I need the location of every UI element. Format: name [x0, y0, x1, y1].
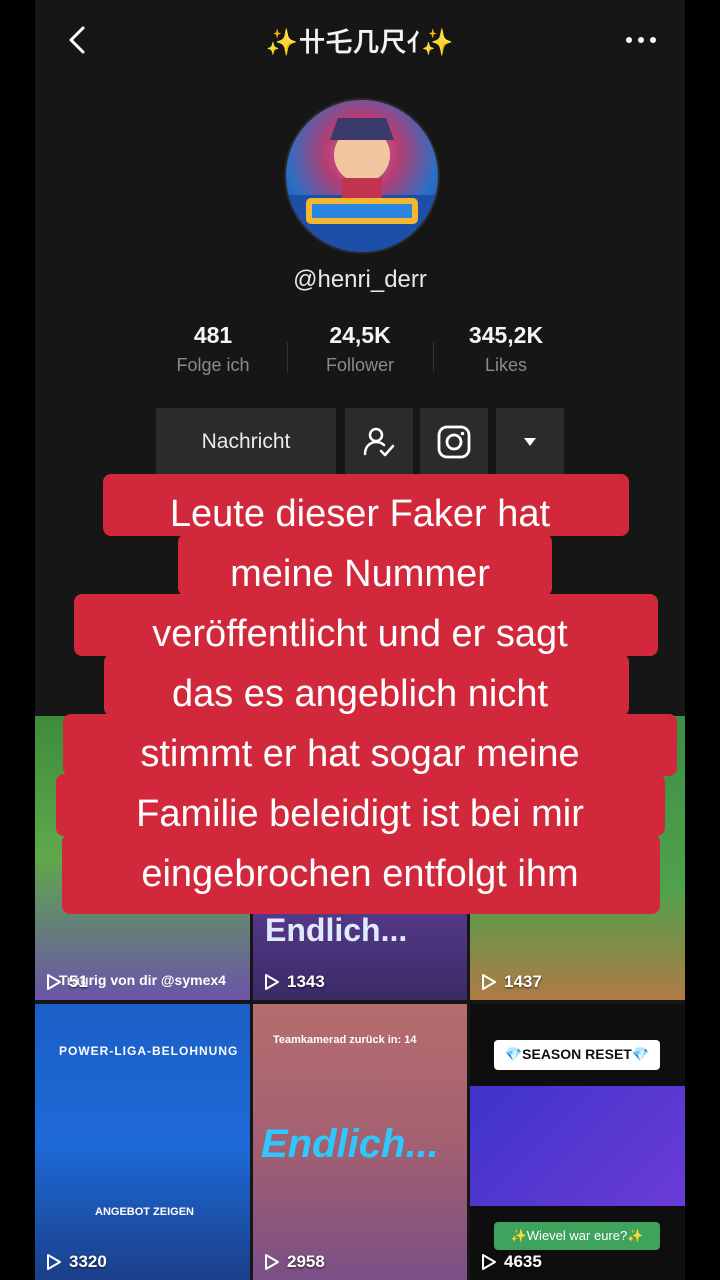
video-tile[interactable]: POWER-LIGA-BELOHNUNG ANGEBOT ZEIGEN 3320 [35, 1004, 250, 1280]
username: @henri_derr [293, 266, 427, 293]
video-overlay-text: 💎SEASON RESET💎 [504, 1046, 650, 1062]
following-button[interactable] [345, 408, 413, 476]
view-count: 1437 [480, 972, 542, 992]
play-icon [47, 1254, 61, 1270]
video-tile[interactable]: Endlich... 1343 [253, 716, 467, 1000]
user-check-icon [363, 427, 395, 457]
view-count: 51 [45, 972, 88, 992]
avatar[interactable] [284, 98, 440, 254]
play-icon [482, 974, 496, 990]
video-tile[interactable]: Traurig von dir @symex4 51 [35, 716, 250, 1000]
video-tile[interactable]: Teamkamerad zurück in: 14 Endlich... 295… [253, 1004, 467, 1280]
view-count-value: 1343 [287, 972, 325, 991]
video-thumbnail-art [470, 1086, 685, 1206]
view-count-value: 4635 [504, 1252, 542, 1271]
caret-down-icon [524, 438, 536, 446]
view-count: 4635 [480, 1252, 542, 1272]
stat-label: Follower [325, 355, 395, 375]
video-tile[interactable]: 1437 [470, 716, 685, 1000]
instagram-button[interactable] [420, 408, 488, 476]
profile-stats: 481 Folge ich 24,5K Follower 345,2K Like… [140, 322, 580, 392]
stat-value: 24,5K [329, 322, 391, 348]
play-icon [47, 974, 61, 990]
view-count-value: 1437 [504, 972, 542, 991]
view-count-value: 2958 [287, 1252, 325, 1271]
video-grid: Traurig von dir @symex4 51 Endlich... 13… [35, 716, 685, 1280]
stat-following[interactable]: 481 Folge ich [140, 322, 286, 376]
video-sub-text: Teamkamerad zurück in: 14 [273, 1034, 417, 1046]
video-sub-text: ANGEBOT ZEIGEN [95, 1206, 195, 1218]
view-count-value: 3320 [69, 1252, 107, 1271]
play-icon [265, 1254, 279, 1270]
stat-value: 481 [193, 322, 233, 348]
video-overlay-text: Endlich... [261, 1122, 439, 1166]
stat-value: 345,2K [468, 322, 544, 348]
instagram-icon [437, 425, 471, 459]
play-icon [265, 974, 279, 990]
video-overlay-text: Endlich... [265, 912, 408, 948]
view-count-value: 51 [69, 972, 88, 991]
view-count: 1343 [263, 972, 325, 992]
video-tile[interactable]: 💎SEASON RESET💎 ✨Wievel war eure?✨ 4635 [470, 1004, 685, 1280]
suggested-accounts-dropdown[interactable] [496, 408, 564, 476]
video-sub-text: ✨Wievel war eure?✨ [510, 1228, 644, 1243]
page-title: ✨卄乇几尺ｲ✨ [265, 27, 455, 57]
avatar-character-image [286, 118, 438, 252]
stat-followers[interactable]: 24,5K Follower [287, 322, 433, 376]
stat-likes[interactable]: 345,2K Likes [433, 322, 579, 376]
stat-label: Likes [484, 355, 528, 375]
stat-label: Folge ich [176, 355, 250, 375]
view-count: 3320 [45, 1252, 107, 1272]
more-options-icon[interactable] [623, 30, 659, 50]
message-button[interactable]: Nachricht [156, 408, 336, 476]
view-count: 2958 [263, 1252, 325, 1272]
play-icon [482, 1254, 496, 1270]
video-overlay-text: POWER-LIGA-BELOHNUNG [59, 1044, 239, 1058]
top-bar: ✨卄乇几尺ｲ✨ [35, 0, 685, 80]
